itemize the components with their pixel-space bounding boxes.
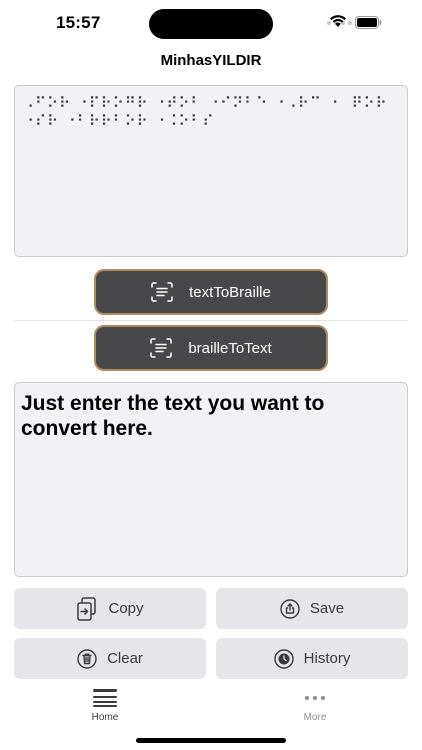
tab-home[interactable]: Home: [75, 688, 135, 723]
tab-more-label: More: [303, 712, 327, 723]
status-bar: 15:57: [0, 0, 422, 48]
braille-to-text-label: brailleToText: [188, 339, 272, 357]
doc-text-viewfinder-icon: [150, 338, 173, 358]
ellipsis-icon: [305, 696, 325, 700]
clear-label: Clear: [107, 650, 143, 667]
clear-button[interactable]: Clear: [14, 638, 206, 679]
text-input-field[interactable]: Just enter the text you want to convert …: [14, 382, 408, 577]
dynamic-island: [149, 9, 273, 39]
battery-icon: [355, 16, 382, 29]
page-title: MinhasYILDIR: [160, 52, 262, 69]
history-label: History: [303, 650, 351, 667]
status-time: 15:57: [56, 13, 101, 32]
divider: [14, 320, 408, 321]
home-indicator: [136, 738, 286, 743]
doc-on-doc-icon: [77, 596, 97, 621]
copy-button[interactable]: Copy: [14, 588, 206, 629]
text-to-braille-button[interactable]: textToBraille: [94, 269, 328, 315]
wifi-icon: [330, 15, 346, 27]
save-label: Save: [309, 600, 345, 617]
clock-circle-icon: [273, 648, 294, 669]
tab-home-label: Home: [91, 712, 119, 723]
text-to-braille-label: textToBraille: [189, 283, 271, 301]
history-button[interactable]: History: [216, 638, 408, 679]
trash-circle-icon: [77, 648, 97, 669]
braille-to-text-button[interactable]: brailleToText: [94, 325, 328, 371]
square-and-arrow-up-circle-icon: [280, 598, 300, 619]
save-button[interactable]: Save: [216, 588, 408, 629]
list-icon: [93, 689, 117, 707]
braille-output-field[interactable]: ⠠⠋⠕⠗ ⠐⠏⠗⠕⠛⠗ ⠐⠞⠕⠃ ⠐⠊⠝⠃⠑ ⠐⠠⠗⠉ ⠐⠀⠟⠕⠗ ⠐⠎⠗ ⠐⠃…: [14, 85, 408, 257]
tab-more[interactable]: More: [285, 688, 345, 723]
doc-text-viewfinder-icon: [151, 282, 173, 302]
copy-label: Copy: [108, 600, 144, 617]
